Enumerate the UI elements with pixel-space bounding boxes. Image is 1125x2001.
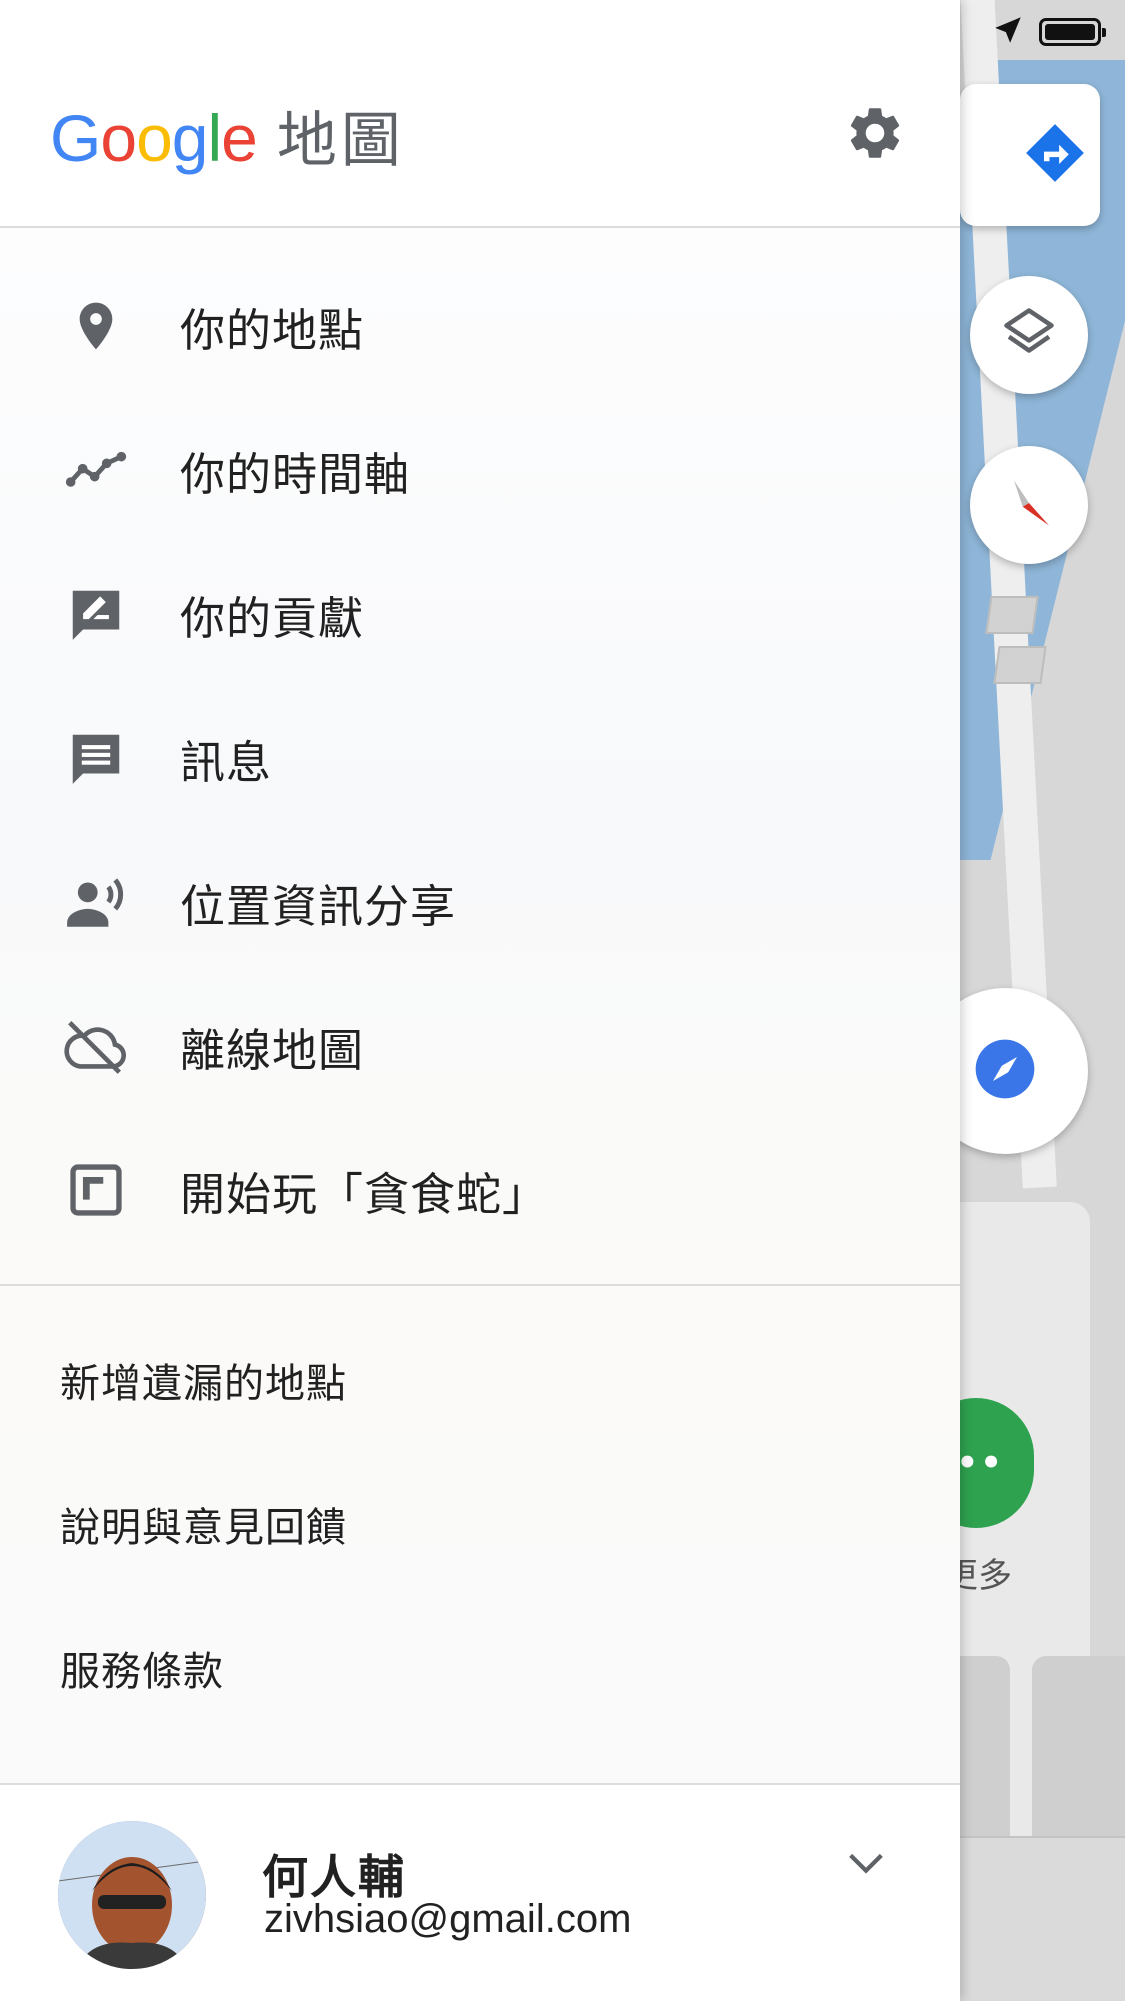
- settings-button[interactable]: [838, 98, 912, 172]
- account-expand-button[interactable]: [836, 1835, 896, 1895]
- menu-item-add-missing-place[interactable]: 新增遺漏的地點: [0, 1308, 960, 1452]
- logo-letter: G: [50, 101, 101, 175]
- account-switcher[interactable]: 何人輔 zivhsiao@gmail.com: [0, 1783, 960, 2001]
- compass-button[interactable]: [970, 446, 1088, 564]
- menu-item-offline-maps[interactable]: 離線地圖: [0, 974, 960, 1118]
- cloud-off-icon: [58, 1008, 134, 1084]
- contribute-icon: [58, 576, 134, 652]
- menu-item-label: 你的地點: [180, 303, 365, 357]
- google-logo-text: Google: [50, 100, 258, 176]
- layers-button[interactable]: [970, 276, 1088, 394]
- location-sharing-icon: [58, 864, 134, 940]
- snake-game-icon: [58, 1152, 134, 1228]
- menu-item-label: 你的貢獻: [180, 591, 365, 645]
- map-card: [1032, 1656, 1125, 1836]
- directions-button[interactable]: [960, 84, 1100, 226]
- battery-icon: [1039, 18, 1106, 46]
- layers-icon: [999, 303, 1059, 367]
- location-arrow-icon: [991, 13, 1025, 51]
- menu-item-your-timeline[interactable]: 你的時間軸: [0, 398, 960, 542]
- navigation-drawer: Google 地圖 你的地點 你的時間軸 你的貢獻 訊息 位置資訊分享 離線地圖…: [0, 0, 960, 2001]
- logo-letter: g: [171, 101, 209, 175]
- menu-divider: [0, 1284, 960, 1286]
- compass-icon: [999, 473, 1059, 537]
- menu-item-help-feedback[interactable]: 說明與意見回饋: [0, 1452, 960, 1596]
- menu-item-label: 位置資訊分享: [180, 879, 457, 933]
- drawer-header: Google 地圖: [0, 0, 960, 228]
- secondary-menu: 新增遺漏的地點 說明與意見回饋 服務條款: [0, 1308, 960, 1740]
- chevron-down-icon: [843, 1840, 889, 1890]
- menu-item-your-contributions[interactable]: 你的貢獻: [0, 542, 960, 686]
- map-building: [985, 596, 1039, 634]
- directions-icon: [1022, 120, 1088, 190]
- menu-item-terms-of-service[interactable]: 服務條款: [0, 1596, 960, 1740]
- google-maps-logo: Google 地圖: [50, 92, 405, 179]
- location-pin-icon: [58, 288, 134, 364]
- logo-letter: l: [207, 101, 223, 175]
- account-email: zivhsiao@gmail.com: [264, 1897, 632, 1941]
- menu-item-label: 離線地圖: [180, 1023, 365, 1077]
- menu-item-messages[interactable]: 訊息: [0, 686, 960, 830]
- menu-item-your-places[interactable]: 你的地點: [0, 254, 960, 398]
- gear-icon: [844, 102, 906, 168]
- avatar: [58, 1821, 206, 1969]
- menu-item-label: 你的時間軸: [180, 447, 411, 501]
- message-icon: [58, 720, 134, 796]
- menu-item-play-snake[interactable]: 開始玩「貪食蛇」: [0, 1118, 960, 1262]
- logo-suffix: 地圖: [276, 106, 405, 176]
- logo-letter: o: [136, 101, 173, 175]
- logo-letter: o: [100, 101, 137, 175]
- more-dots-icon: ••: [956, 1443, 1004, 1483]
- logo-letter: e: [221, 101, 258, 175]
- explore-compass-icon: [973, 1037, 1037, 1105]
- menu-item-label: 說明與意見回饋: [60, 1505, 347, 1551]
- status-bar: [991, 12, 1106, 52]
- menu-item-label: 新增遺漏的地點: [60, 1361, 347, 1407]
- primary-menu: 你的地點 你的時間軸 你的貢獻 訊息 位置資訊分享 離線地圖 開始玩「貪食蛇」: [0, 254, 960, 1262]
- menu-item-label: 訊息: [180, 735, 273, 789]
- menu-item-label: 服務條款: [60, 1649, 224, 1695]
- menu-item-label: 開始玩「貪食蛇」: [180, 1167, 549, 1221]
- menu-item-location-sharing[interactable]: 位置資訊分享: [0, 830, 960, 974]
- map-building: [993, 646, 1047, 684]
- timeline-icon: [58, 432, 134, 508]
